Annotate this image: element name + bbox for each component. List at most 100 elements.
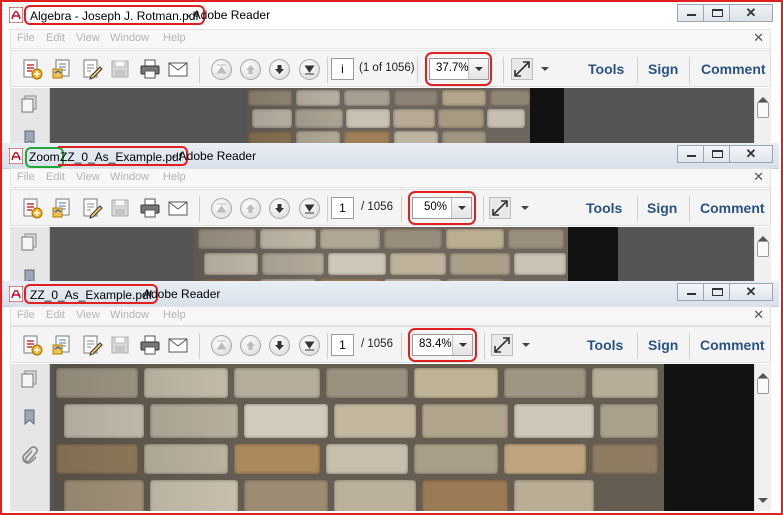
email-icon[interactable] [167,58,189,80]
menu-file[interactable]: File [17,309,35,321]
menu-view[interactable]: View [76,171,100,183]
comment-link[interactable]: Comment [700,200,765,216]
menu-edit[interactable]: Edit [46,171,65,183]
page-thumbnails-icon[interactable] [19,369,39,389]
last-page-button[interactable] [299,335,320,356]
create-icon[interactable] [21,58,43,80]
vertical-scrollbar[interactable] [754,364,771,511]
menu-window[interactable]: Window [110,309,149,321]
edit-icon[interactable] [81,58,103,80]
zoom-select[interactable]: 37.7% [429,58,489,80]
chevron-down-icon[interactable] [541,67,549,75]
minimize-button[interactable] [677,4,704,22]
print-icon[interactable] [139,334,161,356]
next-page-button[interactable] [269,198,290,219]
zoom-select[interactable]: 50% [412,197,472,219]
previous-page-button[interactable] [240,198,261,219]
scroll-thumb[interactable] [757,102,769,118]
menu-file[interactable]: File [17,32,35,44]
edit-icon[interactable] [81,334,103,356]
tools-link[interactable]: Tools [588,61,624,77]
close-button[interactable]: ✕ [729,283,773,301]
zoom-dropdown-button[interactable] [468,59,488,79]
scroll-up-icon[interactable] [758,92,768,102]
menu-help[interactable]: Help [163,32,186,44]
sign-link[interactable]: Sign [648,61,678,77]
close-button[interactable]: ✕ [729,145,773,163]
maximize-button[interactable] [703,283,730,301]
menu-file[interactable]: File [17,171,35,183]
scroll-up-icon[interactable] [758,368,768,378]
scroll-up-icon[interactable] [758,231,768,241]
email-icon[interactable] [167,197,189,219]
page-number-input[interactable]: i [331,58,354,80]
tools-link[interactable]: Tools [587,337,623,353]
print-icon[interactable] [139,58,161,80]
page-number-input[interactable]: 1 [331,334,354,356]
open-icon[interactable] [51,197,73,219]
chevron-down-icon[interactable] [522,343,530,351]
create-icon[interactable] [21,197,43,219]
scroll-down-icon[interactable] [758,498,768,508]
next-page-button[interactable] [269,335,290,356]
last-page-button[interactable] [299,59,320,80]
comment-link[interactable]: Comment [701,61,766,77]
document-close-icon[interactable]: ✕ [753,307,764,323]
create-icon[interactable] [21,334,43,356]
save-icon[interactable] [109,197,131,219]
open-icon[interactable] [51,334,73,356]
menu-view[interactable]: View [76,309,100,321]
minimize-button[interactable] [677,283,704,301]
menu-help[interactable]: Help [163,171,186,183]
menu-view[interactable]: View [76,32,100,44]
title-bar[interactable]: Zoom ZZ_0_As_Example.pdf - Adobe Reader … [2,143,779,169]
edit-icon[interactable] [81,197,103,219]
print-icon[interactable] [139,197,161,219]
attachment-icon[interactable] [19,446,39,466]
zoom-select[interactable]: 83.4% [412,334,473,356]
previous-page-button[interactable] [240,59,261,80]
vertical-scrollbar[interactable] [754,227,771,283]
menu-help[interactable]: Help [163,309,186,321]
menu-edit[interactable]: Edit [46,309,65,321]
save-icon[interactable] [109,334,131,356]
restore-button[interactable] [703,4,730,22]
maximize-button[interactable] [703,145,730,163]
document-close-icon[interactable]: ✕ [753,30,764,46]
bookmark-icon[interactable] [19,407,39,427]
first-page-button[interactable] [211,335,232,356]
page-thumbnails-icon[interactable] [19,94,39,114]
last-page-icon [304,65,315,75]
chevron-down-icon[interactable] [521,206,529,214]
comment-link[interactable]: Comment [700,337,765,353]
minimize-button[interactable] [677,145,704,163]
zoom-dropdown-button[interactable] [451,198,471,218]
document-close-icon[interactable]: ✕ [753,169,764,185]
page-thumbnails-icon[interactable] [19,232,39,252]
open-icon[interactable] [51,58,73,80]
tools-link[interactable]: Tools [586,200,622,216]
menu-window[interactable]: Window [110,171,149,183]
fit-page-button[interactable] [489,197,511,219]
vertical-scrollbar[interactable] [754,88,771,148]
sign-link[interactable]: Sign [647,200,677,216]
last-page-button[interactable] [299,198,320,219]
title-bar[interactable]: ZZ_0_As_Example.pdf Adobe Reader ✕ [2,281,779,307]
scroll-thumb[interactable] [757,241,769,257]
save-icon[interactable] [109,58,131,80]
zoom-dropdown-button[interactable] [452,335,472,355]
email-icon[interactable] [167,334,189,356]
page-number-input[interactable]: 1 [331,197,354,219]
menu-edit[interactable]: Edit [46,32,65,44]
close-button[interactable]: ✕ [729,4,773,22]
next-page-button[interactable] [269,59,290,80]
fit-page-button[interactable] [491,334,513,356]
sign-link[interactable]: Sign [648,337,678,353]
fit-page-button[interactable] [511,58,533,80]
scroll-thumb[interactable] [757,378,769,394]
title-bar[interactable]: Algebra - Joseph J. Rotman.pdf - Adobe R… [2,2,779,28]
first-page-button[interactable] [211,198,232,219]
previous-page-button[interactable] [240,335,261,356]
menu-window[interactable]: Window [110,32,149,44]
first-page-button[interactable] [211,59,232,80]
